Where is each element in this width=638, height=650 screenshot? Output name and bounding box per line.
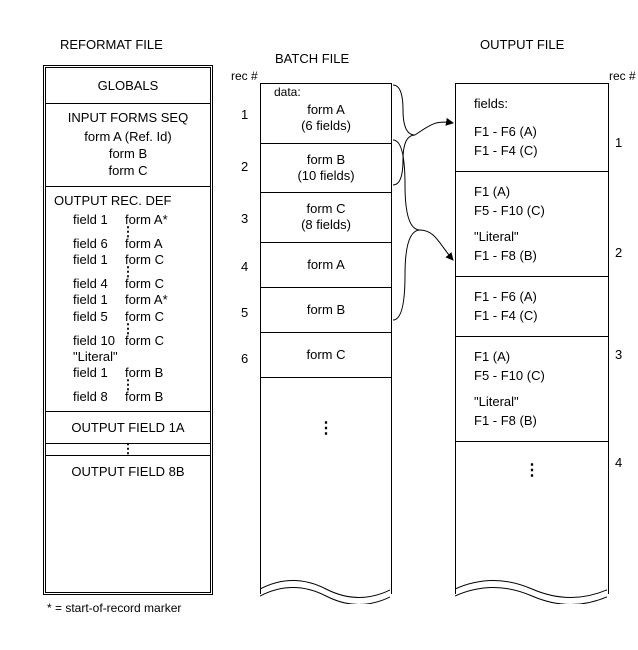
def-row: field 10form C xyxy=(54,333,202,349)
output-file-box: fields: F1 - F6 (A) F1 - F4 (C) F1 (A) F… xyxy=(455,83,609,594)
output-field-8b: OUTPUT FIELD 8B xyxy=(46,455,210,487)
batch-rec-label: rec # xyxy=(231,69,258,83)
fields-label: fields: xyxy=(474,94,604,114)
def-title: OUTPUT REC. DEF xyxy=(54,193,202,208)
vdots-icon: ⋮ xyxy=(456,442,608,480)
def-row: field 1form A* xyxy=(54,292,202,308)
output-field-1a: OUTPUT FIELD 1A xyxy=(46,412,210,444)
vdots-icon: ⋮ xyxy=(54,381,202,389)
batch-cell: form B xyxy=(261,288,391,333)
input-forms-seq: INPUT FORMS SEQ form A (Ref. Id) form B … xyxy=(46,104,210,187)
batch-cell: form C(8 fields) xyxy=(261,193,391,243)
out-cell: F1 - F6 (A) F1 - F4 (C) xyxy=(456,277,608,337)
seq-title: INPUT FORMS SEQ xyxy=(54,110,202,125)
batch-num: 6 xyxy=(241,351,248,366)
output-rec-def: OUTPUT REC. DEF field 1form A* ⋮ field 6… xyxy=(46,187,210,413)
batch-cell: form A xyxy=(261,243,391,288)
seq-line: form A (Ref. Id) xyxy=(54,129,202,146)
reformat-file-box: GLOBALS INPUT FORMS SEQ form A (Ref. Id)… xyxy=(43,65,213,595)
reformat-title: REFORMAT FILE xyxy=(60,37,163,52)
footnote: * = start-of-record marker xyxy=(47,601,181,615)
tear-icon xyxy=(260,574,390,604)
def-row: field 6form A xyxy=(54,236,202,252)
vdots-icon: ⋮ xyxy=(54,228,202,236)
output-title: OUTPUT FILE xyxy=(480,37,564,52)
out-num: 3 xyxy=(615,347,622,362)
batch-cell: form B(10 fields) xyxy=(261,144,391,194)
tear-icon xyxy=(455,574,607,604)
out-num: 1 xyxy=(615,135,622,150)
vdots-icon: ⋮ xyxy=(54,325,202,333)
def-row: "Literal" xyxy=(54,349,202,365)
out-cell: fields: F1 - F6 (A) F1 - F4 (C) xyxy=(456,84,608,172)
batch-num: 4 xyxy=(241,259,248,274)
seq-line: form C xyxy=(54,163,202,180)
batch-num: 2 xyxy=(241,159,248,174)
batch-cell: form A(6 fields) xyxy=(261,84,391,144)
out-cell: F1 (A) F5 - F10 (C) "Literal" F1 - F8 (B… xyxy=(456,337,608,442)
globals-section: GLOBALS xyxy=(46,68,210,104)
batch-cell: form C xyxy=(261,333,391,378)
output-rec-label: rec # xyxy=(609,69,636,83)
batch-title: BATCH FILE xyxy=(275,51,349,66)
vdots-icon: ⋮ xyxy=(46,444,210,455)
def-row: field 4form C xyxy=(54,276,202,292)
batch-num: 1 xyxy=(241,107,248,122)
vdots-icon: ⋮ xyxy=(54,268,202,276)
batch-file-box: form A(6 fields) form B(10 fields) form … xyxy=(260,83,392,594)
out-cell: F1 (A) F5 - F10 (C) "Literal" F1 - F8 (B… xyxy=(456,172,608,277)
out-num: 4 xyxy=(615,455,622,470)
batch-num: 5 xyxy=(241,305,248,320)
batch-num: 3 xyxy=(241,211,248,226)
vdots-icon: ⋮ xyxy=(261,378,391,438)
out-num: 2 xyxy=(615,245,622,260)
seq-line: form B xyxy=(54,146,202,163)
def-row: field 8form B xyxy=(54,389,202,405)
